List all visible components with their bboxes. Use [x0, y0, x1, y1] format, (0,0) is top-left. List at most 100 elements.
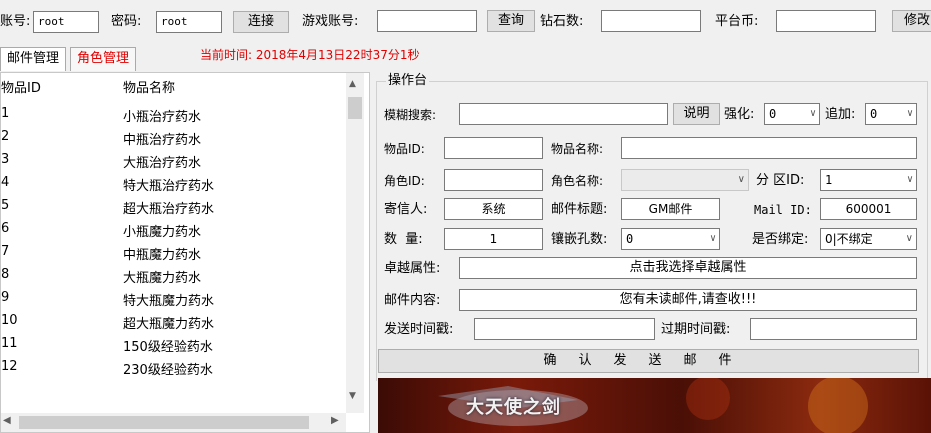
role-name-select[interactable]: ∨: [621, 169, 749, 191]
item-name-cell: 特大瓶魔力药水: [123, 294, 215, 309]
sender-input[interactable]: 系统: [444, 198, 543, 220]
vertical-scrollbar[interactable]: ▲ ▼: [346, 73, 364, 413]
bound-select[interactable]: 0|不绑定 ∨: [820, 228, 917, 250]
item-name-cell: 中瓶治疗药水: [123, 133, 202, 148]
table-row[interactable]: 5 超大瓶治疗药水: [1, 196, 346, 219]
item-name-cell: 150级经验药水: [123, 340, 213, 355]
diamond-input[interactable]: [601, 10, 701, 32]
table-row[interactable]: 8 大瓶魔力药水: [1, 265, 346, 288]
account-input[interactable]: root: [33, 11, 99, 33]
table-row[interactable]: 7 中瓶魔力药水: [1, 242, 346, 265]
platform-coin-input[interactable]: [776, 10, 876, 32]
expire-time-label: 过期时间戳:: [661, 322, 731, 337]
role-id-input[interactable]: [444, 169, 543, 191]
socket-count-select[interactable]: 0 ∨: [621, 228, 720, 250]
password-input[interactable]: root: [156, 11, 222, 33]
enhance-label: 强化:: [724, 107, 755, 122]
zone-id-label: 分 区ID:: [756, 173, 805, 188]
zone-id-select-value: 1: [825, 173, 833, 187]
item-name-cell: 超大瓶魔力药水: [123, 317, 215, 332]
item-id-cell: 6: [1, 221, 10, 236]
mail-title-label: 邮件标题:: [551, 202, 608, 217]
send-time-input[interactable]: [474, 318, 655, 340]
banner-art: [438, 378, 868, 433]
horizontal-scrollbar-thumb[interactable]: [19, 416, 309, 429]
item-id-cell: 4: [1, 175, 10, 190]
append-select[interactable]: 0 ∨: [865, 103, 917, 125]
account-label: 账号:: [0, 14, 31, 29]
password-label: 密码:: [111, 14, 142, 29]
column-header-item-id[interactable]: 物品ID: [1, 79, 41, 99]
scrollbar-thumb[interactable]: [348, 97, 362, 119]
item-id-cell: 5: [1, 198, 10, 213]
item-name-cell: 小瓶治疗药水: [123, 110, 202, 125]
item-list[interactable]: 物品ID 物品名称 1 小瓶治疗药水 2 中瓶治疗药水 3 大瓶治疗药水 4 特大瓶治疗药水 5…: [0, 72, 370, 433]
operations-title: 操作台: [386, 71, 430, 91]
horizontal-scrollbar[interactable]: ◀ ▶: [1, 413, 346, 432]
table-row[interactable]: 2 中瓶治疗药水: [1, 127, 346, 150]
scroll-left-arrow-icon[interactable]: ◀: [3, 415, 11, 426]
current-time: 当前时间: 2018年4月13日22时37分1秒: [200, 48, 420, 62]
enhance-select-value: 0: [769, 107, 777, 121]
item-id-cell: 3: [1, 152, 10, 167]
send-time-label: 发送时间戳:: [384, 322, 454, 337]
mail-content-input[interactable]: 您有未读邮件,请查收!!!: [459, 289, 917, 311]
enhance-select[interactable]: 0 ∨: [764, 103, 820, 125]
mail-content-label: 邮件内容:: [384, 293, 441, 308]
modify-button[interactable]: 修改: [892, 10, 931, 32]
excellent-attr-label: 卓越属性:: [384, 261, 441, 276]
table-row[interactable]: 6 小瓶魔力药水: [1, 219, 346, 242]
table-row[interactable]: 3 大瓶治疗药水: [1, 150, 346, 173]
game-account-input[interactable]: [377, 10, 477, 32]
tab-role-management[interactable]: 角色管理: [70, 47, 137, 71]
item-id-cell: 2: [1, 129, 10, 144]
role-id-label: 角色ID:: [384, 174, 425, 188]
scroll-up-arrow-icon[interactable]: ▲: [349, 79, 356, 89]
table-row[interactable]: 10 超大瓶魔力药水: [1, 311, 346, 334]
item-name-input[interactable]: [621, 137, 917, 159]
column-header-item-name[interactable]: 物品名称: [123, 79, 175, 99]
fuzzy-search-input[interactable]: [459, 103, 668, 125]
table-row[interactable]: 12 230级经验药水: [1, 357, 346, 380]
socket-count-label: 镶嵌孔数:: [551, 232, 608, 247]
table-row[interactable]: 9 特大瓶魔力药水: [1, 288, 346, 311]
item-id-label: 物品ID:: [384, 142, 425, 156]
table-row[interactable]: 4 特大瓶治疗药水: [1, 173, 346, 196]
excellent-attr-button[interactable]: 点击我选择卓越属性: [459, 257, 917, 279]
mail-id-label: Mail ID:: [754, 203, 812, 217]
fuzzy-search-label: 模糊搜索:: [384, 108, 437, 122]
item-name-label: 物品名称:: [551, 142, 604, 156]
socket-count-select-value: 0: [626, 232, 634, 246]
item-name-cell: 大瓶魔力药水: [123, 271, 202, 286]
role-name-label: 角色名称:: [551, 174, 604, 188]
tab-mail-management[interactable]: 邮件管理: [0, 47, 67, 71]
connect-button[interactable]: 连接: [233, 11, 289, 33]
append-select-value: 0: [870, 107, 878, 121]
chevron-down-icon: ∨: [905, 233, 913, 244]
explain-button[interactable]: 说明: [673, 103, 720, 125]
platform-coin-label: 平台币:: [715, 14, 759, 29]
quantity-input[interactable]: 1: [444, 228, 543, 250]
item-id-input[interactable]: [444, 137, 543, 159]
scroll-right-arrow-icon[interactable]: ▶: [331, 415, 339, 426]
scroll-down-arrow-icon[interactable]: ▼: [349, 391, 356, 401]
send-mail-button[interactable]: 确认发送邮件: [378, 349, 919, 373]
item-name-cell: 超大瓶治疗药水: [123, 202, 215, 217]
quantity-label: 数 量:: [384, 232, 423, 247]
expire-time-input[interactable]: [750, 318, 917, 340]
item-id-cell: 8: [1, 267, 10, 282]
query-button[interactable]: 查询: [487, 10, 535, 32]
mail-title-input[interactable]: GM邮件: [621, 198, 720, 220]
mail-id-input[interactable]: 600001: [820, 198, 917, 220]
table-row[interactable]: 11 150级经验药水: [1, 334, 346, 357]
zone-id-select[interactable]: 1 ∨: [820, 169, 917, 191]
chevron-down-icon: ∨: [906, 174, 913, 185]
chevron-down-icon: ∨: [809, 108, 816, 119]
item-name-cell: 中瓶魔力药水: [123, 248, 202, 263]
chevron-down-icon: ∨: [906, 108, 913, 119]
sender-label: 寄信人:: [384, 202, 428, 217]
table-row[interactable]: 1 小瓶治疗药水: [1, 104, 346, 127]
item-id-cell: 12: [1, 359, 18, 374]
item-name-cell: 特大瓶治疗药水: [123, 179, 215, 194]
chevron-down-icon: ∨: [737, 174, 745, 185]
